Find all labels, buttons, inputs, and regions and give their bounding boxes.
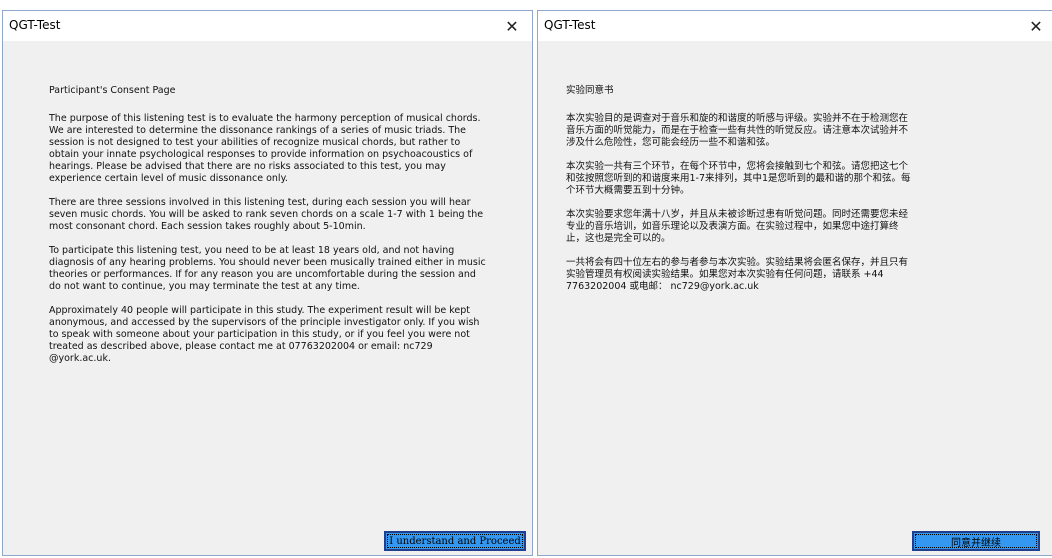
title-bar: QGT-Test ✕ <box>3 11 532 41</box>
close-icon[interactable]: ✕ <box>492 11 532 41</box>
consent-paragraph: The purpose of this listening test is to… <box>49 113 481 184</box>
consent-paragraph: There are three sessions involved in thi… <box>49 197 484 232</box>
window-title: QGT-Test <box>9 18 61 32</box>
title-bar: QGT-Test ✕ <box>538 11 1052 41</box>
consent-window-english: QGT-Test ✕ Participant's Consent Page Th… <box>2 10 533 556</box>
consent-paragraph: Approximately 40 people will participate… <box>49 305 480 364</box>
consent-paragraph: 本次实验要求您年满十八岁，并且从未被诊断过患有听觉问题。同时还需要您未经 专业的… <box>566 209 909 244</box>
close-icon[interactable]: ✕ <box>1016 11 1052 41</box>
consent-text: Participant's Consent Page The purpose o… <box>49 85 495 377</box>
proceed-button[interactable]: I understand and Proceed <box>384 531 526 551</box>
consent-paragraph: 本次实验一共有三个环节，在每个环节中，您将会接触到七个和弦。请您把这七个 和弦按… <box>566 161 911 196</box>
consent-window-chinese: QGT-Test ✕ 实验同意书 本次实验目的是调查对于音乐和旋的和谐度的听感与… <box>537 10 1052 556</box>
consent-text: 实验同意书 本次实验目的是调查对于音乐和旋的和谐度的听感与评级。实验并不在于检测… <box>566 85 1032 305</box>
page-heading: Participant's Consent Page <box>49 85 176 96</box>
page-heading: 实验同意书 <box>566 85 614 96</box>
window-title: QGT-Test <box>544 18 596 32</box>
consent-paragraph: To participate this listening test, you … <box>49 245 486 292</box>
agree-continue-button[interactable]: 同意并继续 <box>912 531 1040 551</box>
consent-paragraph: 一共将会有四十位左右的参与者参与本次实验。实验结果将会匿名保存，并且只有 实验管… <box>566 257 909 292</box>
consent-paragraph: 本次实验目的是调查对于音乐和旋的和谐度的听感与评级。实验并不在于检测您在 音乐方… <box>566 113 909 148</box>
